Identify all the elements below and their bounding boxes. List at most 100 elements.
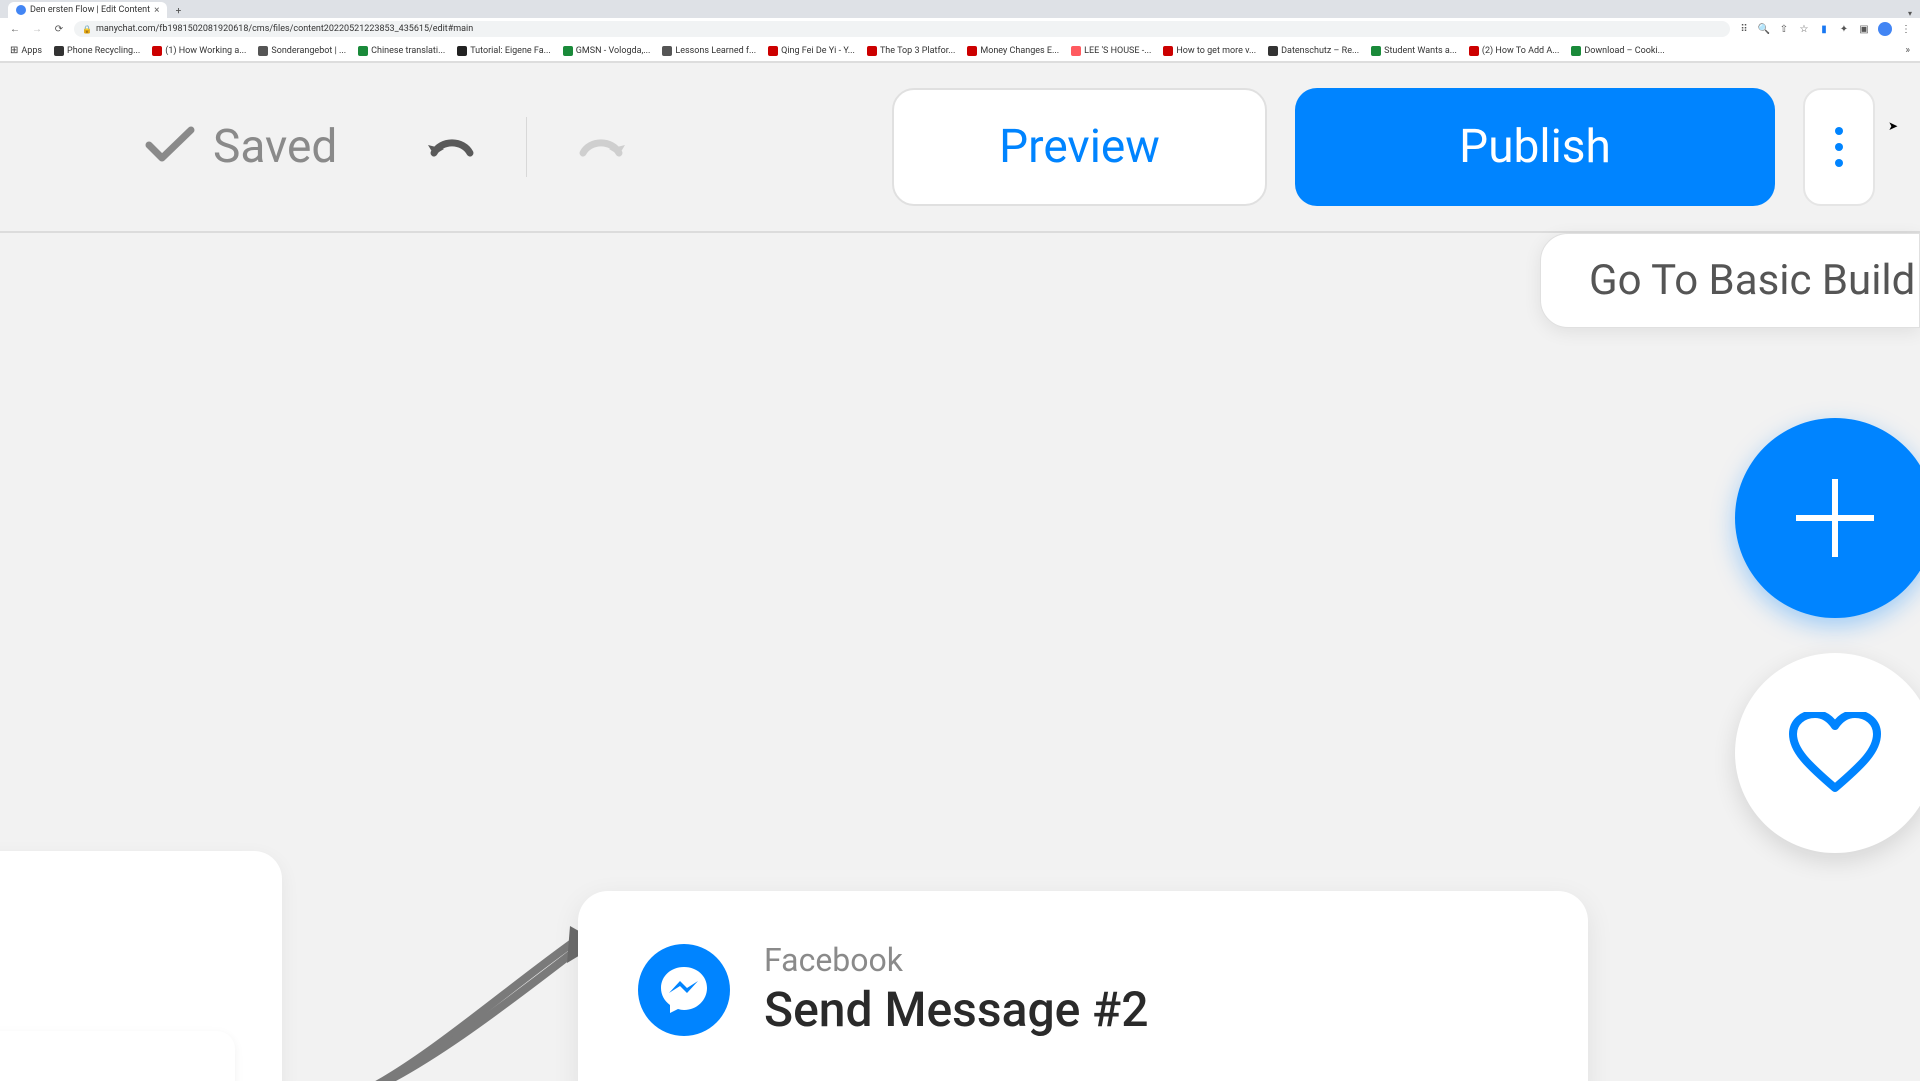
flow-node-partial-inner[interactable] <box>0 1031 235 1081</box>
menu-icon[interactable]: ⋮ <box>1900 23 1912 35</box>
favicon <box>1071 46 1081 56</box>
preview-button[interactable]: Preview <box>892 88 1267 206</box>
favicon <box>867 46 877 56</box>
bookmark-label: The Top 3 Platfor... <box>880 46 955 56</box>
save-status: Saved <box>145 120 337 174</box>
favicon <box>768 46 778 56</box>
url-text: manychat.com/fb1981502081920618/cms/file… <box>96 24 473 34</box>
bookmark-item[interactable]: Sonderangebot | ... <box>258 46 346 56</box>
new-tab-button[interactable]: + <box>171 4 185 18</box>
share-icon[interactable]: ⇧ <box>1778 23 1790 35</box>
favicon <box>967 46 977 56</box>
bookmark-item[interactable]: Download – Cooki... <box>1571 46 1664 56</box>
lock-icon: 🔒 <box>82 25 92 34</box>
flow-node-send-message[interactable]: Facebook Send Message #2 <box>578 891 1588 1081</box>
bookmark-item[interactable]: Datenschutz – Re... <box>1268 46 1359 56</box>
favicon <box>258 46 268 56</box>
bookmark-label: Sonderangebot | ... <box>271 46 346 56</box>
bookmark-label: LEE 'S HOUSE -... <box>1084 46 1151 56</box>
node-title: Send Message #2 <box>764 981 1149 1038</box>
bookmark-item[interactable]: Lessons Learned f... <box>662 46 756 56</box>
bookmark-label: Tutorial: Eigene Fa... <box>470 46 551 56</box>
undo-button[interactable] <box>422 127 478 167</box>
browser-tab[interactable]: Den ersten Flow | Edit Content × <box>8 2 167 18</box>
favicon <box>152 46 162 56</box>
bookmark-item[interactable]: The Top 3 Platfor... <box>867 46 955 56</box>
editor-toolbar: Saved Preview Publish <box>0 63 1920 231</box>
favicon <box>457 46 467 56</box>
messenger-icon <box>638 944 730 1036</box>
bookmark-item[interactable]: (1) How Working a... <box>152 46 246 56</box>
bookmark-item[interactable]: GMSN - Vologda,... <box>563 46 651 56</box>
bookmark-item[interactable]: Phone Recycling... <box>54 46 140 56</box>
divider <box>526 117 527 177</box>
check-icon <box>145 125 195 169</box>
bookmark-label: Student Wants a... <box>1384 46 1457 56</box>
fb-extension-icon[interactable]: ▮ <box>1818 23 1830 35</box>
bookmark-label: GMSN - Vologda,... <box>576 46 651 56</box>
saved-label: Saved <box>213 120 337 174</box>
bookmark-item[interactable]: Qing Fei De Yi - Y... <box>768 46 855 56</box>
preview-label: Preview <box>999 120 1160 174</box>
bookmark-label: Chinese translati... <box>371 46 445 56</box>
bookmark-item[interactable]: How to get more v... <box>1163 46 1256 56</box>
bookmark-label: Money Changes E... <box>980 46 1059 56</box>
bookmark-item[interactable]: Chinese translati... <box>358 46 445 56</box>
dots-vertical-icon <box>1835 127 1843 167</box>
address-bar[interactable]: 🔒 manychat.com/fb1981502081920618/cms/fi… <box>74 21 1730 37</box>
chevron-down-icon[interactable]: ▾ <box>1908 9 1912 18</box>
cursor-icon: ➤ <box>1888 119 1898 133</box>
node-header: Facebook Send Message #2 <box>638 941 1528 1038</box>
favorite-fab[interactable] <box>1735 653 1920 853</box>
connector-arrow-icon <box>345 901 605 1081</box>
zoom-icon[interactable]: 🔍 <box>1758 23 1770 35</box>
bookmark-item[interactable]: Money Changes E... <box>967 46 1059 56</box>
bookmark-label: Phone Recycling... <box>67 46 140 56</box>
favicon <box>1268 46 1278 56</box>
favicon <box>563 46 573 56</box>
close-icon[interactable]: × <box>154 5 159 16</box>
back-button[interactable]: ← <box>8 22 22 36</box>
favicon <box>1469 46 1479 56</box>
favicon <box>1163 46 1173 56</box>
node-titles: Facebook Send Message #2 <box>764 941 1149 1038</box>
bookmark-label: (1) How Working a... <box>165 46 246 56</box>
bookmark-item[interactable]: LEE 'S HOUSE -... <box>1071 46 1151 56</box>
chrome-actions: ⠿ 🔍 ⇧ ☆ ▮ ✦ ▣ ⋮ <box>1738 22 1912 36</box>
bookmark-label: How to get more v... <box>1176 46 1256 56</box>
heart-icon <box>1789 712 1881 794</box>
publish-button[interactable]: Publish <box>1295 88 1775 206</box>
profile-avatar[interactable] <box>1878 22 1892 36</box>
node-subtitle: Facebook <box>764 941 1149 979</box>
bookmark-item[interactable]: (2) How To Add A... <box>1469 46 1559 56</box>
browser-chrome: Den ersten Flow | Edit Content × + ▾ ← →… <box>0 0 1920 63</box>
go-basic-label: Go To Basic Build <box>1589 256 1915 305</box>
favicon <box>358 46 368 56</box>
redo-button[interactable] <box>575 127 631 167</box>
history-controls <box>422 117 631 177</box>
add-step-fab[interactable] <box>1735 418 1920 618</box>
apps-icon: ⊞ <box>10 45 18 56</box>
more-menu-button[interactable] <box>1803 88 1875 206</box>
bookmark-item[interactable]: Tutorial: Eigene Fa... <box>457 46 551 56</box>
tab-bar: Den ersten Flow | Edit Content × + ▾ <box>0 0 1920 18</box>
translate-icon[interactable]: ⠿ <box>1738 23 1750 35</box>
bookmark-icon[interactable]: ☆ <box>1798 23 1810 35</box>
sidepanel-icon[interactable]: ▣ <box>1858 23 1870 35</box>
reload-button[interactable]: ⟳ <box>52 22 66 36</box>
apps-shortcut[interactable]: ⊞ Apps <box>10 45 42 56</box>
bookmarks-bar: ⊞ Apps Phone Recycling... (1) How Workin… <box>0 40 1920 62</box>
forward-button[interactable]: → <box>30 22 44 36</box>
bookmarks-overflow[interactable]: » <box>1905 45 1910 56</box>
bookmark-label: Datenschutz – Re... <box>1281 46 1359 56</box>
app-canvas: Saved Preview Publish ➤ <box>0 63 1920 1081</box>
extensions-icon[interactable]: ✦ <box>1838 23 1850 35</box>
favicon <box>54 46 64 56</box>
bookmark-item[interactable]: Student Wants a... <box>1371 46 1457 56</box>
bookmark-label: (2) How To Add A... <box>1482 46 1559 56</box>
bookmark-label: Download – Cooki... <box>1584 46 1664 56</box>
go-basic-builder-button[interactable]: Go To Basic Build <box>1540 233 1920 328</box>
bookmark-label: Apps <box>21 46 42 56</box>
tab-title: Den ersten Flow | Edit Content <box>30 5 150 15</box>
action-buttons: Preview Publish <box>892 88 1875 206</box>
